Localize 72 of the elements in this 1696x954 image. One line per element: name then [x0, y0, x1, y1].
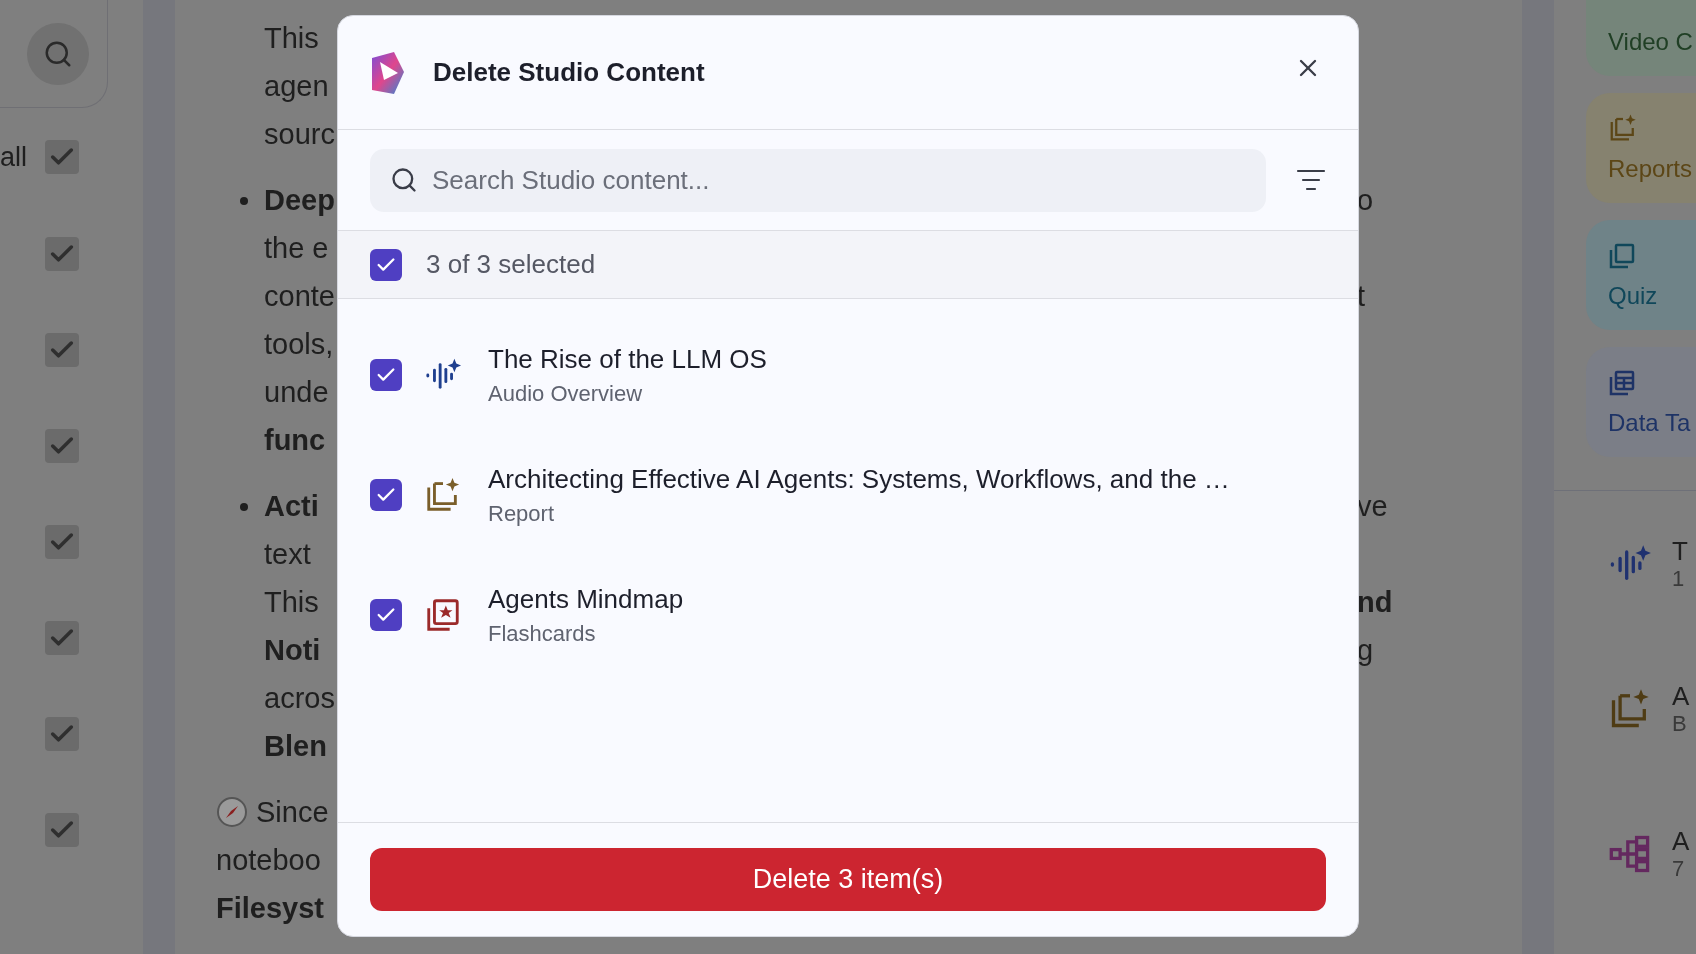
- chat-text: This: [264, 21, 319, 55]
- chat-text: Acti: [264, 489, 319, 523]
- source-checkbox[interactable]: [45, 140, 79, 174]
- source-checkbox[interactable]: [45, 429, 79, 463]
- report-icon: [1608, 113, 1638, 143]
- chat-text: Deep: [264, 183, 335, 217]
- app-logo-icon: [370, 49, 406, 96]
- chat-text: Blen: [264, 729, 327, 763]
- dialog-title: Delete Studio Content: [433, 57, 706, 88]
- chat-text: Filesyst: [216, 891, 324, 925]
- content-type: Flashcards: [488, 620, 597, 647]
- chat-text: agen: [264, 69, 329, 103]
- quiz-icon: [1608, 242, 1636, 270]
- studio-item[interactable]: A B: [1586, 636, 1696, 781]
- source-checkbox[interactable]: [45, 525, 79, 559]
- chat-text: tools,: [264, 327, 334, 361]
- chat-text: unde: [264, 375, 329, 409]
- chat-text: the e: [264, 231, 329, 265]
- source-checkbox[interactable]: [45, 717, 79, 751]
- card-label: Reports: [1608, 155, 1694, 183]
- source-checkbox[interactable]: [45, 813, 79, 847]
- chat-text: ve: [1357, 489, 1388, 523]
- item-subtitle: 7: [1672, 855, 1686, 882]
- report-icon: [424, 476, 462, 514]
- chat-text: conte: [264, 279, 335, 313]
- compass-icon: [216, 796, 248, 828]
- chat-text: g: [1357, 633, 1374, 667]
- studio-card[interactable]: Video C: [1586, 0, 1696, 76]
- studio-card[interactable]: Data Ta: [1586, 347, 1696, 457]
- card-label: Quiz: [1608, 282, 1659, 310]
- item-subtitle: 1: [1672, 565, 1686, 592]
- chat-text: sourc: [264, 117, 335, 151]
- chat-text: Noti: [264, 633, 321, 667]
- item-title: A: [1672, 825, 1690, 856]
- item-checkbox[interactable]: [370, 479, 402, 511]
- studio-item[interactable]: T 1: [1586, 491, 1696, 636]
- content-title: The Rise of the LLM OS: [488, 343, 767, 375]
- chat-text: func: [264, 423, 326, 457]
- studio-item[interactable]: A 7: [1586, 781, 1696, 926]
- chat-text: Since: [256, 795, 329, 829]
- bullet-icon: [240, 503, 248, 511]
- content-title: Architecting Effective AI Agents: Systems, Workflows, and the …: [488, 463, 1230, 495]
- item-checkbox[interactable]: [370, 599, 402, 631]
- select-all-label: all: [0, 141, 27, 173]
- search-field[interactable]: Search Studio content...: [370, 148, 1266, 212]
- chat-text: nd: [1357, 585, 1393, 619]
- select-all-checkbox[interactable]: [370, 248, 402, 281]
- item-title: A: [1672, 680, 1690, 711]
- source-checkbox[interactable]: [45, 621, 79, 655]
- chat-text: This: [264, 585, 319, 619]
- source-checkbox[interactable]: [45, 333, 79, 367]
- table-icon: [1608, 369, 1636, 397]
- flashcards-icon: [424, 596, 462, 634]
- content-title: Agents Mindmap: [488, 583, 684, 615]
- delete-button[interactable]: Delete 3 item(s): [370, 848, 1326, 911]
- studio-card[interactable]: Reports: [1586, 93, 1696, 203]
- content-type: Report: [488, 500, 556, 527]
- selection-count: 3 of 3 selected: [426, 249, 596, 280]
- card-label: Data Ta: [1608, 409, 1692, 437]
- search-icon: [390, 165, 418, 194]
- item-subtitle: B: [1672, 710, 1688, 737]
- chat-text: text: [264, 537, 311, 571]
- content-type: Audio Overview: [488, 380, 644, 407]
- source-checkbox[interactable]: [45, 237, 79, 271]
- chat-text: acros: [264, 681, 335, 715]
- item-checkbox[interactable]: [370, 359, 402, 391]
- item-title: T: [1672, 535, 1688, 566]
- filter-button[interactable]: [1296, 168, 1326, 192]
- studio-card[interactable]: Quiz: [1586, 220, 1696, 330]
- bullet-icon: [240, 197, 248, 205]
- chat-text: noteboo: [216, 843, 321, 877]
- card-label: Video C: [1608, 28, 1694, 56]
